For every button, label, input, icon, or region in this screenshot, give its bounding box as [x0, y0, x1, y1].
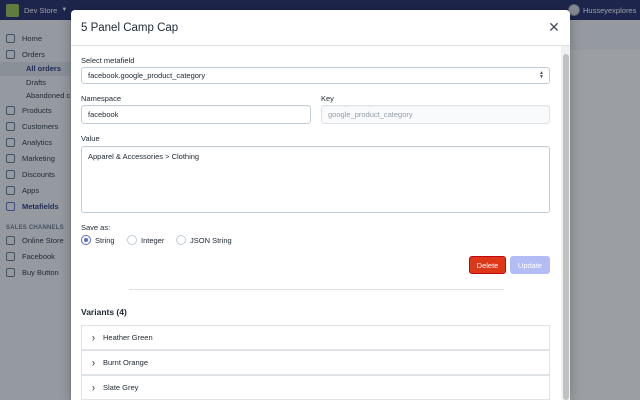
scrollbar[interactable] — [561, 46, 570, 400]
scrollbar-thumb[interactable] — [562, 54, 569, 400]
chevron-right-icon: › — [92, 331, 95, 344]
select-arrows-icon: ▲ ▼ — [539, 70, 544, 80]
value-text: Apparel & Accessories > Clothing — [88, 152, 200, 161]
key-value: google_product_category — [328, 110, 413, 119]
namespace-value: facebook — [88, 110, 119, 119]
radio-button-checked[interactable] — [81, 235, 91, 245]
namespace-field[interactable]: facebook — [81, 105, 311, 124]
radio-integer[interactable]: Integer — [127, 235, 164, 245]
modal-title: 5 Panel Camp Cap — [81, 21, 179, 34]
select-metafield-label: Select metafield — [81, 56, 135, 65]
variant-name: Burnt Orange — [103, 358, 149, 367]
radio-string[interactable]: String — [81, 235, 115, 245]
variant-name: Heather Green — [103, 333, 153, 342]
radio-integer-label: Integer — [141, 235, 165, 245]
key-field[interactable]: google_product_category — [321, 105, 550, 124]
metafield-select-value: facebook.google_product_category — [88, 71, 206, 80]
radio-string-label: String — [95, 235, 115, 245]
key-label: Key — [321, 94, 334, 103]
save-as-label: Save as: — [81, 223, 111, 232]
variant-name: Slate Grey — [103, 383, 139, 392]
radio-button[interactable] — [176, 235, 186, 245]
variants-heading: Variants (4) — [81, 307, 127, 317]
radio-json-string[interactable]: JSON String — [176, 235, 232, 245]
variant-row[interactable]: › Heather Green — [81, 325, 550, 350]
divider — [129, 289, 504, 290]
modal-header: 5 Panel Camp Cap — [71, 10, 570, 46]
delete-button[interactable]: Delete — [469, 256, 506, 274]
metafield-select[interactable]: facebook.google_product_category ▲ ▼ — [81, 67, 550, 84]
radio-json-string-label: JSON String — [190, 235, 232, 245]
chevron-right-icon: › — [92, 381, 95, 394]
update-button[interactable]: Update — [510, 256, 550, 274]
variant-row[interactable]: › Burnt Orange — [81, 350, 550, 375]
variant-row[interactable]: › Slate Grey — [81, 375, 550, 400]
value-label: Value — [81, 134, 100, 143]
metafield-modal: 5 Panel Camp Cap ✕ Select metafield face… — [71, 10, 570, 400]
chevron-right-icon: › — [92, 356, 95, 369]
namespace-label: Namespace — [81, 94, 122, 103]
close-icon[interactable]: ✕ — [548, 20, 560, 34]
value-textarea[interactable]: Apparel & Accessories > Clothing — [81, 146, 550, 213]
radio-button[interactable] — [127, 235, 137, 245]
